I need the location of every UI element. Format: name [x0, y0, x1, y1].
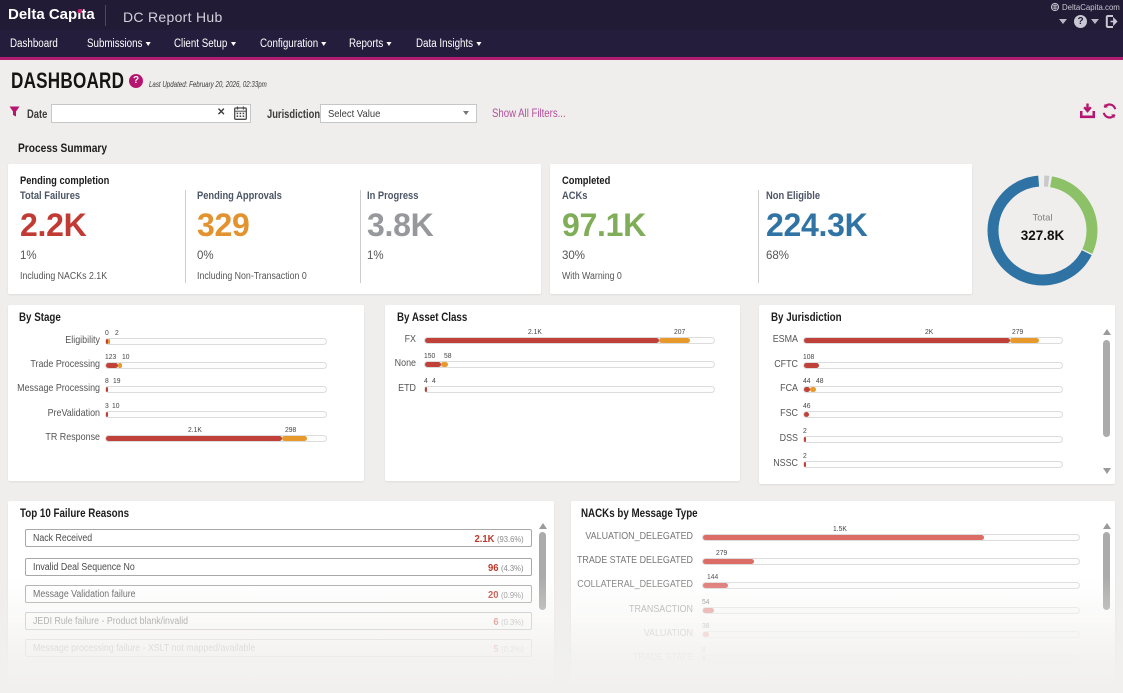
- svg-text:Total: Total: [1032, 213, 1052, 224]
- svg-text:327.8K: 327.8K: [1021, 228, 1065, 243]
